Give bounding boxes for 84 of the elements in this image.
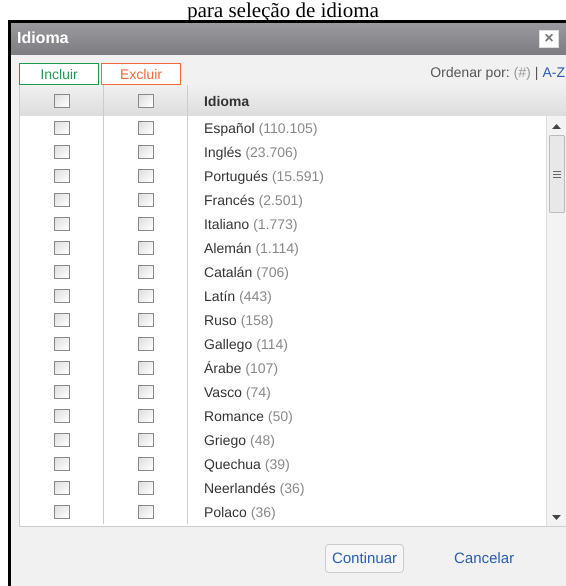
language-name[interactable]: Italiano (204, 216, 250, 232)
language-name[interactable]: Latín (204, 288, 236, 304)
checkbox[interactable] (54, 457, 70, 471)
language-name[interactable]: Polaco (204, 504, 247, 520)
language-name[interactable]: Inglés (204, 144, 242, 160)
checkbox[interactable] (138, 217, 154, 231)
language-name[interactable]: Ruso (204, 312, 237, 328)
count: (48) (250, 432, 275, 448)
language-name[interactable]: Vasco (204, 384, 242, 400)
window-title: Idioma (17, 30, 69, 48)
count: (74) (246, 384, 271, 400)
checkbox[interactable] (54, 409, 70, 423)
count: (50) (268, 408, 293, 424)
count: (110.105) (258, 120, 318, 136)
checkbox[interactable] (138, 169, 154, 183)
checkbox[interactable] (54, 121, 70, 135)
checkbox[interactable] (138, 409, 154, 423)
checkbox[interactable] (138, 94, 154, 108)
checkbox[interactable] (138, 121, 154, 135)
scroll-thumb[interactable] (548, 135, 564, 213)
language-name[interactable]: Portugués (204, 168, 268, 184)
sort-label: Ordenar por: (430, 64, 510, 80)
checkbox[interactable] (54, 361, 70, 375)
count: (15.591) (272, 168, 324, 184)
language-name[interactable]: Catalán (204, 264, 252, 280)
scroll-down-icon[interactable] (552, 515, 561, 520)
checkbox[interactable] (54, 169, 70, 183)
count: (443) (239, 288, 272, 304)
scrollbar[interactable] (546, 116, 566, 526)
checkbox[interactable] (54, 193, 70, 207)
language-name[interactable]: Español (204, 120, 255, 136)
checkbox[interactable] (54, 313, 70, 327)
checkbox[interactable] (138, 505, 154, 519)
cancel-link[interactable]: Cancelar (454, 550, 514, 566)
count: (706) (256, 264, 289, 280)
sort-link[interactable]: A-Z (542, 64, 565, 80)
checkbox[interactable] (138, 241, 154, 255)
separator: | (534, 64, 538, 80)
checkbox[interactable] (138, 457, 154, 471)
scroll-up-icon[interactable] (552, 124, 561, 129)
column-header: Idioma (204, 92, 250, 108)
language-name[interactable]: Francés (204, 192, 255, 208)
checkbox[interactable] (54, 265, 70, 279)
checkbox[interactable] (138, 433, 154, 447)
checkbox[interactable] (54, 145, 70, 159)
checkbox[interactable] (54, 94, 70, 108)
checkbox[interactable] (54, 289, 70, 303)
count: (39) (264, 456, 290, 472)
checkbox[interactable] (138, 193, 154, 207)
language-name[interactable]: Árabe (204, 360, 242, 376)
checkbox[interactable] (138, 385, 154, 399)
checkbox[interactable] (138, 361, 154, 375)
count: (114) (256, 336, 288, 352)
checkbox[interactable] (54, 433, 70, 447)
checkbox[interactable] (54, 337, 70, 351)
checkbox[interactable] (54, 385, 70, 399)
checkbox[interactable] (138, 337, 154, 351)
count: (36) (280, 480, 305, 496)
language-name[interactable]: Neerlandés (204, 480, 276, 496)
checkbox[interactable] (138, 313, 154, 327)
count: (1.773) (253, 216, 298, 232)
checkbox[interactable] (54, 481, 70, 495)
close-button[interactable]: × (539, 30, 559, 48)
count: (107) (245, 360, 278, 376)
language-name[interactable]: Quechua (204, 456, 261, 472)
count: (158) (240, 312, 274, 328)
checkbox[interactable] (54, 217, 70, 231)
checkbox[interactable] (138, 289, 154, 303)
count: (36) (250, 504, 276, 520)
caption: para seleção de idioma (186, 0, 380, 20)
grip-icon (552, 170, 560, 178)
count: (23.706) (245, 144, 298, 160)
continue-button[interactable]: Continuar (325, 544, 404, 572)
language-name[interactable]: Gallego (204, 336, 252, 352)
language-name[interactable]: Alemán (204, 240, 252, 256)
count: (1.114) (255, 240, 299, 256)
checkbox[interactable] (138, 145, 154, 159)
checkbox[interactable] (54, 505, 70, 519)
count: (2.501) (258, 192, 303, 208)
checkbox[interactable] (138, 481, 154, 495)
checkbox[interactable] (138, 265, 154, 279)
checkbox[interactable] (54, 241, 70, 255)
language-name[interactable]: Romance (204, 408, 264, 424)
language-name[interactable]: Griego (204, 432, 246, 448)
